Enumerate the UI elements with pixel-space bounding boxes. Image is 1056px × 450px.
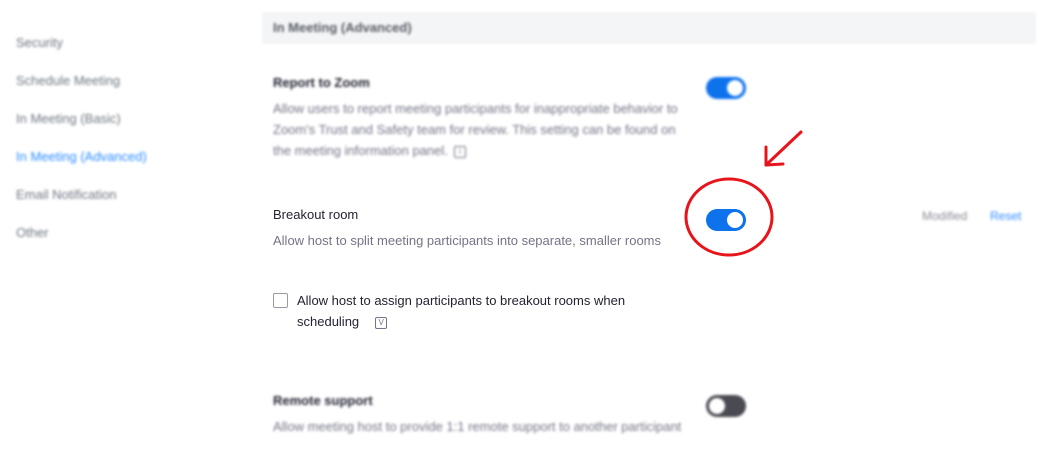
setting-description: Allow meeting host to provide 1:1 remote… bbox=[273, 419, 682, 434]
setting-description: Allow users to report meeting participan… bbox=[273, 98, 683, 161]
remote-support-toggle[interactable] bbox=[706, 395, 746, 417]
toggle-knob bbox=[727, 80, 743, 96]
settings-sidebar: Security Schedule Meeting In Meeting (Ba… bbox=[0, 0, 240, 450]
section-title: In Meeting (Advanced) bbox=[273, 20, 412, 35]
modified-status: Modified bbox=[922, 209, 968, 223]
checkbox-label-text: Allow host to assign participants to bre… bbox=[297, 293, 626, 329]
report-to-zoom-toggle[interactable] bbox=[706, 77, 746, 99]
setting-description: Allow host to split meeting participants… bbox=[273, 233, 662, 248]
toggle-knob bbox=[709, 398, 725, 414]
reset-link[interactable]: Reset bbox=[990, 209, 1021, 223]
setting-breakout-room: Breakout room Allow host to split meetin… bbox=[273, 207, 663, 251]
assign-participants-label: Allow host to assign participants to bre… bbox=[297, 290, 677, 332]
setting-title: Breakout room bbox=[273, 207, 359, 222]
section-header: In Meeting (Advanced) bbox=[262, 12, 1036, 44]
sidebar-item-in-meeting-basic[interactable]: In Meeting (Basic) bbox=[16, 111, 121, 126]
setting-remote-support: Remote support Allow meeting host to pro… bbox=[273, 393, 683, 437]
sidebar-item-other[interactable]: Other bbox=[16, 225, 49, 240]
setting-report-to-zoom: Report to Zoom Allow users to report mee… bbox=[273, 75, 683, 161]
info-icon[interactable]: i bbox=[453, 145, 466, 158]
sidebar-item-schedule-meeting[interactable]: Schedule Meeting bbox=[16, 73, 120, 88]
settings-page: Security Schedule Meeting In Meeting (Ba… bbox=[0, 0, 1056, 450]
setting-description-text: Allow users to report meeting participan… bbox=[273, 101, 678, 158]
toggle-knob bbox=[727, 212, 743, 228]
sidebar-item-in-meeting-advanced[interactable]: In Meeting (Advanced) bbox=[16, 149, 147, 164]
sidebar-item-email-notification[interactable]: Email Notification bbox=[16, 187, 116, 202]
sidebar-item-security[interactable]: Security bbox=[16, 35, 63, 50]
arrow-shaft bbox=[764, 130, 803, 167]
arrow-head bbox=[764, 145, 785, 167]
info-icon[interactable]: V bbox=[375, 316, 388, 329]
breakout-room-toggle[interactable] bbox=[706, 209, 746, 231]
assign-participants-checkbox[interactable] bbox=[273, 293, 288, 308]
setting-title: Remote support bbox=[273, 393, 373, 408]
setting-title: Report to Zoom bbox=[273, 75, 370, 90]
